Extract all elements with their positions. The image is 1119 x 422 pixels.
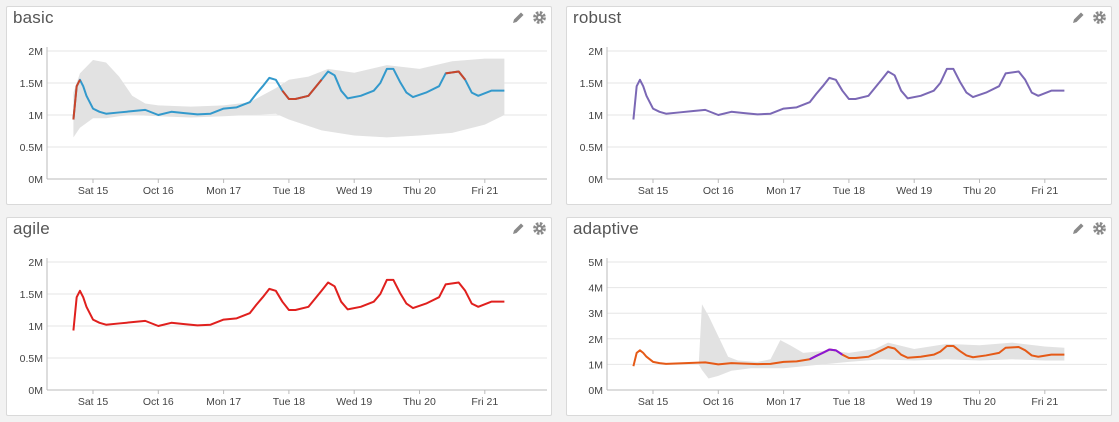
x-tick-label: Mon 17 [206,396,241,408]
panel-title-adaptive: adaptive [573,219,639,238]
y-tick-label: 2M [588,46,603,58]
pencil-icon[interactable] [1071,10,1086,25]
y-tick-label: 0M [588,174,603,186]
x-tick-label: Mon 17 [766,185,801,197]
y-tick-label: 2M [28,257,43,269]
y-tick-label: 0.5M [20,353,43,365]
chart-agile: 2M 1.5M 1M 0.5M 0M Sat 15 Oct 16 Mon 17 Tue 18 We… [20,257,547,408]
gear-icon[interactable] [1092,221,1107,236]
pencil-icon[interactable] [511,221,526,236]
pencil-icon[interactable] [511,10,526,25]
panel-basic: 2M 1.5M 1M 0.5M 0M Sat 15 Oct 16 Mon 17 Tue 18 We… [6,6,552,205]
x-tick-label: Thu 20 [403,185,436,197]
x-tick-label: Thu 20 [403,396,436,408]
y-tick-label: 0.5M [20,142,43,154]
panel-title-agile: agile [13,219,50,238]
y-tick-label: 1.5M [20,78,43,90]
x-tick-label: Fri 21 [471,185,498,197]
y-tick-label: 1.5M [20,289,43,301]
x-tick-label: Tue 18 [273,396,305,408]
y-tick-label: 2M [28,46,43,58]
y-tick-label: 2M [588,334,603,346]
chart-robust: 2M 1.5M 1M 0.5M 0M Sat 15 Oct 16 Mon 17 Tue 18 We… [580,46,1107,197]
x-tick-label: Oct 16 [703,185,734,197]
x-tick-label: Mon 17 [766,396,801,408]
y-tick-label: 0M [588,385,603,397]
y-tick-label: 1M [28,321,43,333]
x-tick-label: Mon 17 [206,185,241,197]
y-tick-label: 0M [28,174,43,186]
x-tick-label: Sat 15 [638,396,669,408]
gear-icon[interactable] [532,221,547,236]
x-tick-label: Tue 18 [273,185,305,197]
x-tick-label: Thu 20 [963,396,996,408]
series-line [632,67,1065,120]
x-tick-label: Sat 15 [78,396,109,408]
x-tick-label: Fri 21 [1031,185,1058,197]
x-tick-label: Oct 16 [143,396,174,408]
x-tick-label: Tue 18 [833,396,865,408]
y-tick-label: 5M [588,257,603,269]
panel-agile: 2M 1.5M 1M 0.5M 0M Sat 15 Oct 16 Mon 17 Tue 18 We… [6,217,552,416]
panel-robust: 2M 1.5M 1M 0.5M 0M Sat 15 Oct 16 Mon 17 Tue 18 We… [566,6,1112,205]
y-tick-label: 1M [28,110,43,122]
y-tick-label: 1M [588,110,603,122]
x-tick-label: Tue 18 [833,185,865,197]
chart-adaptive: 5M 4M 3M 2M 1M 0M Sat 15 Oct 16 Mon 17 Tue 18 Wed … [588,257,1107,408]
pencil-icon[interactable] [1071,221,1086,236]
gear-icon[interactable] [1092,10,1107,25]
panel-toolbar-agile [511,221,547,236]
x-tick-label: Wed 19 [336,185,372,197]
x-tick-label: Fri 21 [471,396,498,408]
x-tick-label: Sat 15 [638,185,669,197]
panel-toolbar-robust [1071,10,1107,25]
panel-adaptive: 5M 4M 3M 2M 1M 0M Sat 15 Oct 16 Mon 17 Tue 18 Wed … [566,217,1112,416]
y-tick-label: 0.5M [580,142,603,154]
panel-toolbar-basic [511,10,547,25]
x-tick-label: Oct 16 [143,185,174,197]
panel-title-robust: robust [573,8,622,27]
x-tick-label: Oct 16 [703,396,734,408]
x-tick-label: Wed 19 [336,396,372,408]
x-tick-label: Fri 21 [1031,396,1058,408]
y-tick-label: 0M [28,385,43,397]
x-tick-label: Thu 20 [963,185,996,197]
y-tick-label: 3M [588,308,603,320]
expected-range-band [698,304,1065,379]
y-tick-label: 1.5M [580,78,603,90]
panel-toolbar-adaptive [1071,221,1107,236]
gear-icon[interactable] [532,10,547,25]
x-tick-label: Wed 19 [896,185,932,197]
panel-title-basic: basic [13,8,54,27]
x-tick-label: Sat 15 [78,185,109,197]
y-tick-label: 1M [588,359,603,371]
x-tick-label: Wed 19 [896,396,932,408]
y-tick-label: 4M [588,283,603,295]
chart-basic: 2M 1.5M 1M 0.5M 0M Sat 15 Oct 16 Mon 17 Tue 18 We… [20,46,547,197]
series-line [72,278,505,331]
